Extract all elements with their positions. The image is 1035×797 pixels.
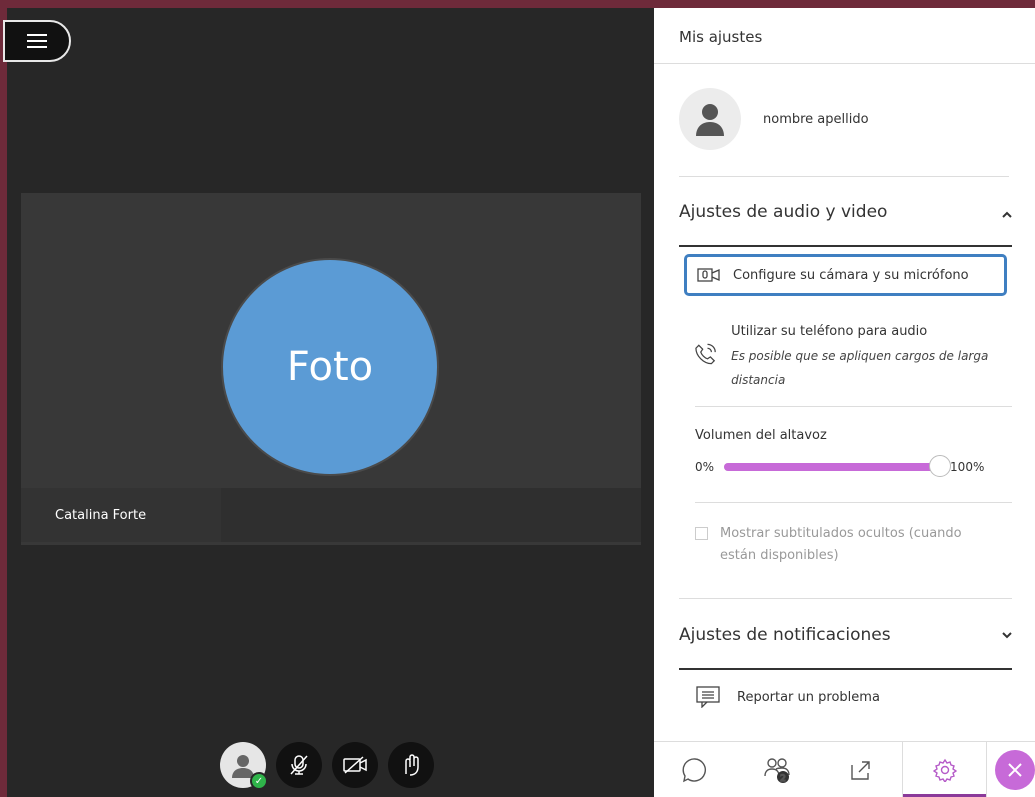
volume-fill: [724, 463, 941, 471]
close-icon: [1008, 762, 1022, 777]
check-icon: ✓: [250, 772, 268, 790]
volume-max: 100%: [950, 460, 985, 474]
section-underline: [679, 245, 1012, 247]
configure-label: Configure su cámara y su micrófono: [733, 267, 969, 283]
phone-audio-option[interactable]: Utilizar su teléfono para audio Es posib…: [694, 320, 1035, 392]
my-status-button[interactable]: ✓: [220, 742, 268, 790]
menu-button[interactable]: [3, 20, 71, 62]
gear-icon: [932, 758, 957, 782]
volume-control: 0% 100%: [695, 455, 1012, 478]
volume-min: 0%: [695, 460, 715, 474]
share-icon: [851, 760, 870, 780]
configure-camera-mic-button[interactable]: Configure su cámara y su micrófono: [684, 254, 1007, 296]
user-icon: [696, 104, 724, 136]
notifications-section-title[interactable]: Ajustes de notificaciones: [679, 625, 891, 645]
divider: [679, 176, 1009, 177]
tab-chat[interactable]: [654, 742, 737, 797]
chat-icon: [682, 757, 707, 782]
panel-tab-bar: 2: [654, 741, 1035, 797]
phone-icon: [695, 343, 716, 365]
divider: [695, 406, 1012, 407]
report-problem-button[interactable]: Reportar un problema: [695, 686, 880, 708]
microphone-off-icon: [290, 755, 308, 775]
chevron-down-icon[interactable]: [1001, 628, 1013, 644]
divider: [695, 502, 1012, 503]
volume-slider-handle[interactable]: [929, 455, 952, 477]
participant-photo: Foto: [221, 258, 439, 476]
phone-audio-note: Es posible que se apliquen cargos de lar…: [731, 349, 989, 387]
participant-name: Catalina Forte: [21, 488, 221, 542]
close-panel-button[interactable]: [987, 742, 1035, 797]
captions-option[interactable]: Mostrar subtitulados ocultos (cuando est…: [695, 523, 990, 567]
participants-count: 2: [780, 774, 786, 784]
captions-checkbox[interactable]: [695, 527, 708, 540]
photo-label: Foto: [286, 344, 374, 390]
tab-settings[interactable]: [902, 742, 987, 797]
chevron-up-icon[interactable]: [1001, 206, 1013, 222]
tab-participants[interactable]: 2: [737, 742, 820, 797]
profile-name: nombre apellido: [763, 111, 869, 127]
session-controls: ✓: [220, 742, 434, 790]
audio-video-section-title[interactable]: Ajustes de audio y video: [679, 202, 887, 222]
settings-panel: Mis ajustes nombre apellido Ajustes de a…: [654, 8, 1035, 797]
video-stage: Foto Catalina Forte ✓: [3, 8, 654, 797]
camera-mic-icon: [697, 268, 720, 282]
panel-title: Mis ajustes: [654, 8, 1035, 64]
report-icon: [696, 686, 720, 708]
captions-label: Mostrar subtitulados ocultos (cuando est…: [720, 526, 962, 563]
profile: nombre apellido: [679, 88, 869, 150]
report-label: Reportar un problema: [737, 689, 880, 705]
raise-hand-button[interactable]: [388, 742, 434, 788]
avatar[interactable]: [679, 88, 741, 150]
volume-slider[interactable]: [724, 455, 952, 477]
hamburger-icon: [27, 34, 47, 48]
divider: [679, 598, 1012, 599]
volume-label: Volumen del altavoz: [695, 428, 827, 443]
camera-button[interactable]: [332, 742, 378, 788]
section-underline: [679, 668, 1012, 670]
hand-icon: [405, 754, 419, 776]
microphone-button[interactable]: [276, 742, 322, 788]
participants-icon: 2: [764, 757, 790, 784]
camera-off-icon: [343, 756, 367, 774]
tab-share[interactable]: [820, 742, 903, 797]
video-tile: Foto Catalina Forte: [21, 193, 641, 545]
phone-audio-title: Utilizar su teléfono para audio: [731, 324, 928, 339]
